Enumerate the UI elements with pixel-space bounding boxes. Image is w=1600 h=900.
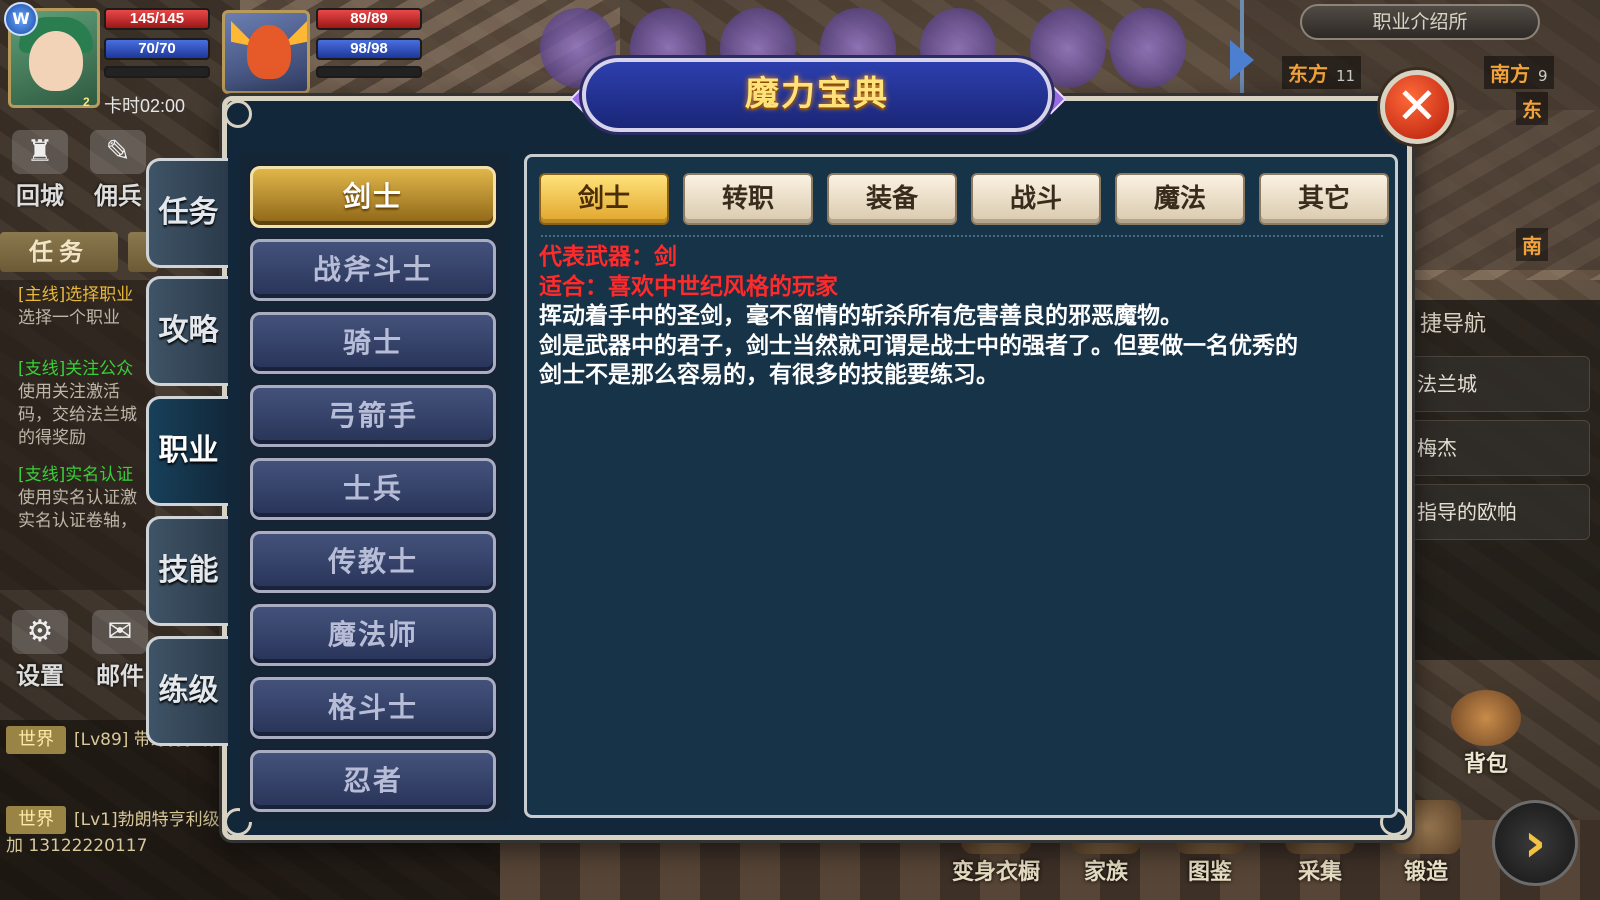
mercenary-label: 佣兵 <box>94 182 142 210</box>
profession-list: 剑士 战斧斗士 骑士 弓箭手 士兵 传教士 魔法师 格斗士 忍者 <box>240 152 510 822</box>
player-xp-bar <box>104 66 210 78</box>
envelope-icon: ✉ <box>92 610 148 654</box>
quest-title: [主线]选择职业 <box>18 285 134 305</box>
tab-skill[interactable]: 技能 <box>146 516 228 626</box>
tab-swordsman-overview[interactable]: 剑士 <box>539 173 669 225</box>
profession-axe-fighter[interactable]: 战斧斗士 <box>250 239 496 301</box>
profession-description: 代表武器：剑 适合：喜欢中世纪风格的玩家 挥动着手中的圣剑，毫不留情的斩杀所有危… <box>539 243 1389 391</box>
quick-nav-title: 捷导航 <box>1420 312 1487 337</box>
activity-icon[interactable] <box>1110 8 1186 88</box>
quest-title: [支线]实名认证 <box>18 465 134 485</box>
quick-nav-item[interactable]: 指导的欧帕 <box>1400 484 1590 540</box>
minimap-location-title: 职业介绍所 <box>1300 4 1540 40</box>
castle-icon: ♜ <box>12 130 68 174</box>
south-value: 9 <box>1538 67 1548 85</box>
profession-archer[interactable]: 弓箭手 <box>250 385 496 447</box>
app-logo-icon[interactable]: W <box>4 2 38 36</box>
gather-label: 采集 <box>1297 860 1342 885</box>
feather-icon: ✎ <box>90 130 146 174</box>
gear-icon: ⚙ <box>12 610 68 654</box>
tab-profession[interactable]: 职业 <box>146 396 228 506</box>
quick-nav-item[interactable]: 法兰城 <box>1400 356 1590 412</box>
description-line: 剑是武器中的君子，剑士当然就可谓是战士中的强者了。但要做一名优秀的 <box>539 332 1298 359</box>
quick-nav-item[interactable]: 梅杰 <box>1400 420 1590 476</box>
forge-label: 锻造 <box>1403 860 1448 885</box>
tab-quest[interactable]: 任务 <box>146 158 228 268</box>
pet-portrait[interactable] <box>222 10 310 94</box>
minimap-east-marker: 东 <box>1516 92 1548 125</box>
family-label: 家族 <box>1083 860 1128 885</box>
quest-desc: 使用实名认证激实名认证卷轴， <box>18 488 137 531</box>
tab-combat[interactable]: 战斗 <box>971 173 1101 225</box>
tab-other[interactable]: 其它 <box>1259 173 1389 225</box>
east-label: 东方 <box>1288 62 1328 86</box>
bag-icon <box>1451 690 1521 746</box>
quick-nav-panel <box>1400 300 1600 660</box>
player-face <box>29 31 83 91</box>
return-city-button[interactable]: ♜ 回城 <box>0 130 80 210</box>
profession-mage[interactable]: 魔法师 <box>250 604 496 666</box>
wardrobe-label: 变身衣橱 <box>951 860 1040 885</box>
pet-body <box>247 25 291 79</box>
player-mp-bar: 70/70 <box>104 38 210 60</box>
south-label: 南方 <box>1490 62 1530 86</box>
quest-desc: 使用关注激活码，交给法兰城的得奖励 <box>18 382 137 448</box>
profession-priest[interactable]: 传教士 <box>250 531 496 593</box>
east-value: 11 <box>1336 67 1356 85</box>
mercenary-button[interactable]: ✎ 佣兵 <box>88 130 148 210</box>
bag-button[interactable]: 背包 <box>1440 690 1532 780</box>
quest-desc: 选择一个职业 <box>18 308 120 328</box>
minimap-south-coord: 南方 9 <box>1484 56 1554 89</box>
mail-label: 邮件 <box>96 662 144 690</box>
profession-ninja[interactable]: 忍者 <box>250 750 496 812</box>
quest-title: [支线]关注公众 <box>18 359 134 379</box>
bag-label: 背包 <box>1463 752 1508 777</box>
mail-button[interactable]: ✉ 邮件 <box>92 610 148 690</box>
description-line: 挥动着手中的圣剑，毫不留情的斩杀所有危害善良的邪恶魔物。 <box>539 303 1183 329</box>
tab-magic[interactable]: 魔法 <box>1115 173 1245 225</box>
profession-swordsman[interactable]: 剑士 <box>250 166 496 228</box>
player-hp-bar: 145/145 <box>104 8 210 30</box>
pet-xp-bar <box>316 66 422 78</box>
codex-label: 图鉴 <box>1187 860 1232 885</box>
return-city-label: 回城 <box>16 182 64 210</box>
chat-channel-tag[interactable]: 世界 <box>6 806 66 834</box>
profession-soldier[interactable]: 士兵 <box>250 458 496 520</box>
quest-item[interactable]: [主线]选择职业 选择一个职业 <box>0 280 155 340</box>
minimap-south-marker: 南 <box>1516 228 1548 261</box>
weapon-line: 代表武器：剑 <box>539 244 677 270</box>
minimap-east-coord: 东方 11 <box>1282 56 1362 89</box>
settings-label: 设置 <box>16 662 64 690</box>
player-level-badge: 2 <box>83 95 90 109</box>
dialog-corner-ornament <box>224 100 252 128</box>
task-panel-tab[interactable]: 任务 <box>0 232 118 272</box>
profession-knight[interactable]: 骑士 <box>250 312 496 374</box>
close-button[interactable]: ✕ <box>1380 70 1454 144</box>
tab-divider <box>541 235 1383 237</box>
time-card-clock: 卡时02:00 <box>104 96 186 116</box>
dialog-title: 魔力宝典 <box>582 58 1052 132</box>
suitable-line: 适合：喜欢中世纪风格的玩家 <box>539 273 838 300</box>
profession-brawler[interactable]: 格斗士 <box>250 677 496 739</box>
settings-button[interactable]: ⚙ 设置 <box>0 610 80 690</box>
expand-menu-button[interactable]: › <box>1492 800 1578 886</box>
pet-mp-bar: 98/98 <box>316 38 422 60</box>
quest-item[interactable]: [支线]实名认证 使用实名认证激实名认证卷轴， <box>0 460 155 543</box>
tab-equipment[interactable]: 装备 <box>827 173 957 225</box>
chat-channel-tag[interactable]: 世界 <box>6 726 66 754</box>
tab-guide[interactable]: 攻略 <box>146 276 228 386</box>
description-line: 剑士不是那么容易的，有很多的技能要练习。 <box>539 362 999 388</box>
quest-list: [主线]选择职业 选择一个职业 [支线]关注公众 使用关注激活码，交给法兰城的得… <box>0 280 155 590</box>
tab-leveling[interactable]: 练级 <box>146 636 228 746</box>
pet-hp-bar: 89/89 <box>316 8 422 30</box>
profession-detail-panel: 剑士 转职 装备 战斗 魔法 其它 代表武器：剑 适合：喜欢中世纪风格的玩家 挥… <box>524 154 1398 818</box>
quest-item[interactable]: [支线]关注公众 使用关注激活码，交给法兰城的得奖励 <box>0 340 155 460</box>
tab-class-change[interactable]: 转职 <box>683 173 813 225</box>
